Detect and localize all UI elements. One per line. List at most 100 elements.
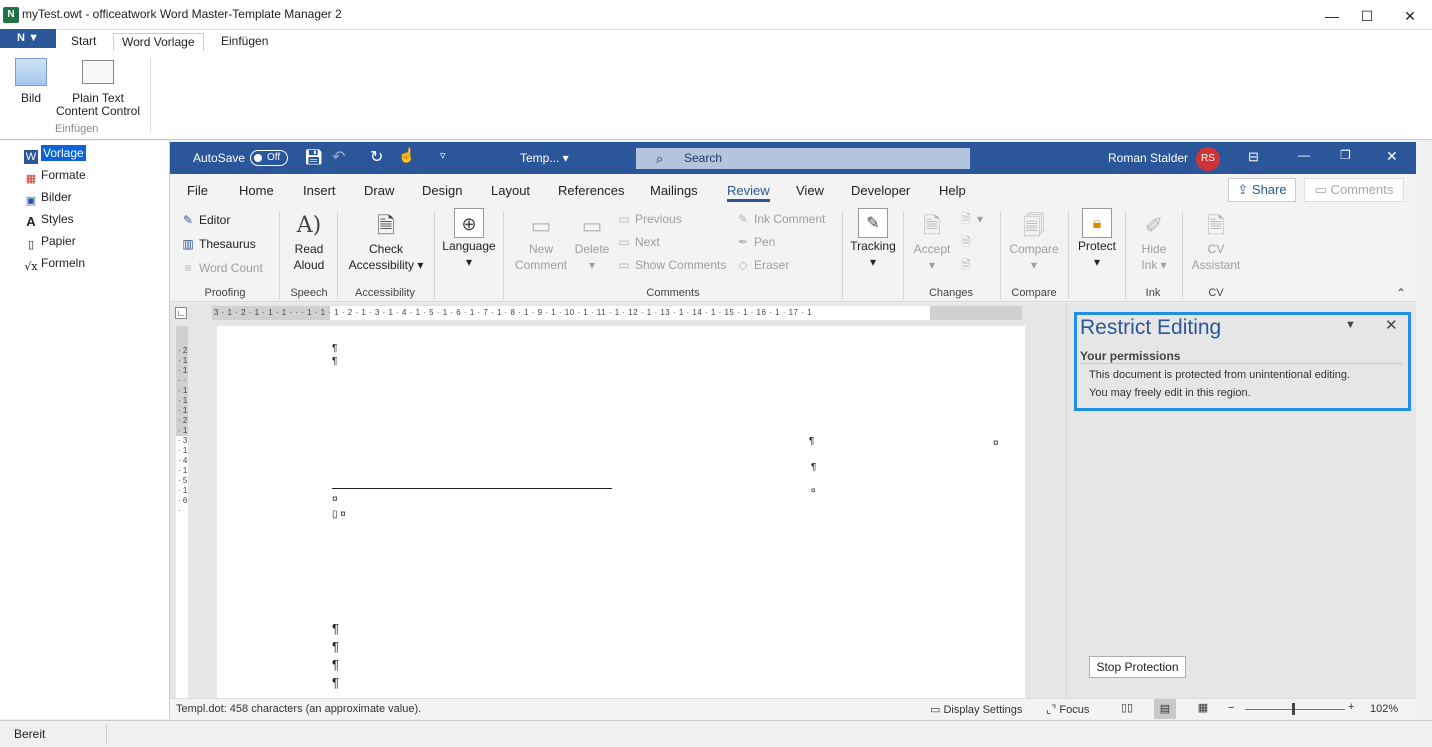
collapse-ribbon-icon[interactable]: ⌃: [1396, 286, 1406, 300]
zoom-out-button[interactable]: −: [1228, 702, 1234, 714]
plain-text-content-control-button[interactable]: Plain Text Content Control: [52, 58, 144, 118]
minimize-button[interactable]: —: [1318, 5, 1346, 27]
zoom-level[interactable]: 102%: [1370, 703, 1398, 715]
paragraph-mark: ¶: [332, 621, 339, 636]
cv-assistant-button[interactable]: 🗎︎ CV Assistant: [1188, 211, 1244, 273]
maximize-button[interactable]: ☐: [1353, 5, 1381, 27]
paragraph-mark: ¶: [332, 343, 338, 354]
autosave-toggle[interactable]: Off: [250, 150, 288, 166]
group-separator: [842, 211, 843, 299]
tab-references[interactable]: References: [558, 183, 624, 198]
field-marker: ▯ ¤: [332, 509, 346, 520]
tab-developer[interactable]: Developer: [851, 183, 910, 198]
ribbon-display-icon[interactable]: ⊟: [1248, 149, 1259, 165]
document-page[interactable]: ¶ ¶ ¶ ¤ ¶ ¤ ¤ ▯ ¤ ¶ ¶ ¶ ¶: [217, 326, 1025, 698]
character-count-status: Templ.dot: 458 characters (an approximat…: [176, 703, 422, 715]
tab-review[interactable]: Review: [727, 183, 770, 202]
search-box[interactable]: ⌕ Search: [636, 148, 970, 169]
nav-item-papier[interactable]: ▯ Papier: [22, 232, 76, 251]
tab-insert[interactable]: Insert: [303, 183, 336, 198]
zoom-slider-handle[interactable]: [1292, 703, 1295, 715]
group-separator: [434, 211, 435, 299]
touch-mode-icon[interactable]: ☝: [398, 147, 415, 164]
show-comments-button[interactable]: ▭ Show Comments: [616, 257, 726, 273]
customize-toolbar-icon[interactable]: ▿: [440, 149, 446, 162]
ink-comment-button[interactable]: ✎ Ink Comment: [735, 211, 825, 227]
comments-button[interactable]: ▭ Comments: [1304, 178, 1404, 202]
permissions-line-1: This document is protected from unintent…: [1089, 369, 1351, 381]
next-change-button[interactable]: 🗎︎: [958, 257, 977, 273]
tab-view[interactable]: View: [796, 183, 824, 198]
check-accessibility-button[interactable]: 🗎︎ Check Accessibility ▾: [343, 211, 429, 273]
print-layout-icon[interactable]: ▤: [1154, 699, 1176, 719]
tab-einfuegen[interactable]: Einfügen: [213, 33, 276, 52]
close-button[interactable]: ✕: [1396, 5, 1424, 27]
focus-button[interactable]: ⌞⌝ Focus: [1046, 703, 1089, 716]
hide-ink-button[interactable]: ✐ Hide Ink ▾: [1130, 211, 1178, 273]
share-icon: ⇪: [1237, 182, 1249, 197]
zoom-in-button[interactable]: +: [1348, 701, 1354, 713]
share-button[interactable]: ⇪ Share: [1228, 178, 1296, 202]
word-count-icon: ≡: [184, 261, 192, 275]
tab-draw[interactable]: Draw: [364, 183, 394, 198]
vertical-ruler: · 2 · 1 · 1 · · · 1 · 1 · 1 · 2 · 1 · 3 …: [176, 326, 188, 698]
tab-home[interactable]: Home: [239, 183, 274, 198]
nav-item-vorlage[interactable]: W Vorlage: [22, 144, 86, 164]
nav-item-formate[interactable]: ▦ Formate: [22, 166, 86, 185]
zoom-slider[interactable]: [1245, 709, 1345, 710]
pen-icon: ✒: [737, 235, 749, 249]
compare-button[interactable]: 🗐︎ Compare ▾: [1006, 211, 1062, 273]
eraser-button[interactable]: ◇ Eraser: [735, 257, 789, 273]
lock-icon: 🔒︎: [1082, 208, 1112, 238]
protect-button[interactable]: 🔒︎ Protect ▾: [1073, 208, 1121, 270]
reject-button[interactable]: 🗎︎ ▾: [958, 211, 983, 227]
document-name[interactable]: Temp... ▾: [520, 151, 569, 165]
reject-icon: 🗎︎: [961, 212, 971, 226]
avatar[interactable]: RS: [1196, 147, 1220, 171]
editor-button[interactable]: ✎ Editor: [180, 212, 230, 228]
language-button[interactable]: ⊕ Language ▾: [440, 208, 498, 270]
word-minimize-button[interactable]: —: [1298, 148, 1310, 162]
word-close-button[interactable]: ✕: [1386, 148, 1398, 165]
app-menu-button[interactable]: N ▼: [0, 29, 56, 48]
pane-close-icon[interactable]: ✕: [1385, 316, 1398, 334]
bild-button[interactable]: Bild: [12, 58, 50, 105]
nav-item-bilder[interactable]: ▣ Bilder: [22, 188, 72, 207]
read-aloud-button[interactable]: A) Read Aloud: [286, 211, 332, 273]
group-label-comments: Comments: [646, 287, 700, 299]
accept-button[interactable]: 🗎︎ Accept ▾: [908, 211, 956, 273]
pane-options-icon[interactable]: ▼: [1345, 319, 1356, 331]
delete-comment-button[interactable]: ▭ Delete ▾: [572, 211, 612, 273]
paragraph-mark: ¶: [332, 675, 339, 690]
tab-selector[interactable]: ∟: [175, 307, 187, 319]
pen-button[interactable]: ✒ Pen: [735, 234, 775, 250]
read-mode-icon[interactable]: ▯▯: [1118, 701, 1136, 718]
word-restore-button[interactable]: ❐: [1340, 148, 1351, 162]
tab-word-vorlage[interactable]: Word Vorlage: [113, 33, 204, 52]
tab-layout[interactable]: Layout: [491, 183, 530, 198]
nav-item-styles[interactable]: A Styles: [22, 210, 73, 229]
new-comment-button[interactable]: ▭ New Comment: [512, 211, 570, 273]
thesaurus-button[interactable]: ▥ Thesaurus: [180, 236, 255, 252]
tab-help[interactable]: Help: [939, 183, 966, 198]
compare-icon: 🗐︎: [1023, 213, 1045, 238]
tab-design[interactable]: Design: [422, 183, 462, 198]
nav-item-formeln[interactable]: √x Formeln: [22, 254, 85, 273]
previous-comment-button[interactable]: ▭ Previous: [616, 211, 681, 227]
previous-change-button[interactable]: 🗎︎: [958, 234, 977, 250]
display-settings-button[interactable]: ▭ Display Settings: [930, 703, 1022, 716]
next-comment-button[interactable]: ▭ Next: [616, 234, 659, 250]
group-separator: [1125, 211, 1126, 299]
tab-start[interactable]: Start: [63, 33, 104, 52]
tab-file[interactable]: File: [187, 183, 208, 198]
tracking-button[interactable]: ✎ Tracking ▾: [846, 208, 900, 270]
undo-icon[interactable]: ↶: [332, 147, 345, 167]
tab-mailings[interactable]: Mailings: [650, 183, 698, 198]
horizontal-ruler: 3 · 1 · 2 · 1 · 1 · 1 · · · 1 · 1 · 1 · …: [212, 306, 1022, 320]
stop-protection-button[interactable]: Stop Protection: [1089, 656, 1186, 678]
save-icon[interactable]: 💾︎: [304, 148, 323, 166]
permissions-heading: Your permissions: [1080, 349, 1181, 363]
web-layout-icon[interactable]: ▦: [1194, 701, 1212, 714]
word-count-button[interactable]: ≡ Word Count: [180, 260, 262, 276]
redo-icon[interactable]: ↻: [370, 147, 383, 167]
